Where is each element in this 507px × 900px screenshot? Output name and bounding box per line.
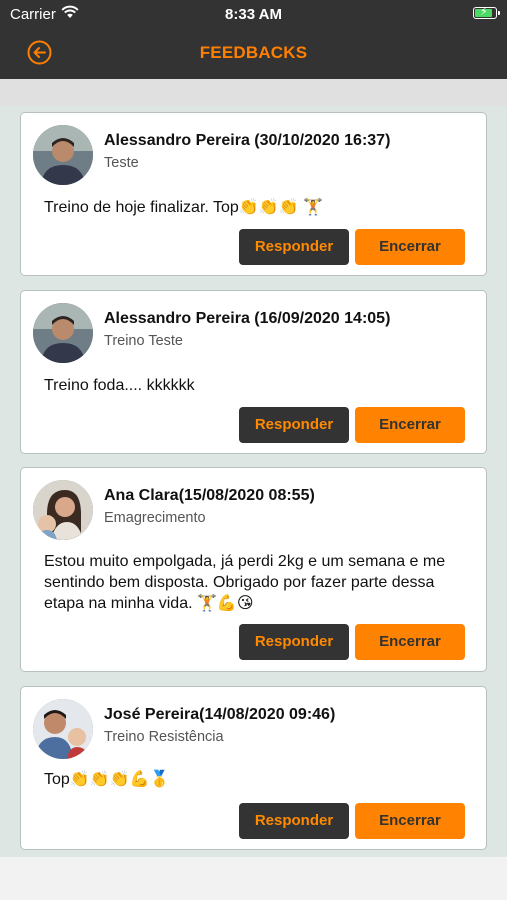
page-title: FEEDBACKS xyxy=(199,43,308,62)
feedback-message: Top👏👏👏💪🥇 xyxy=(44,771,170,788)
feedback-message: Treino de hoje finalizar. Top👏👏👏 🏋️ xyxy=(44,199,323,216)
feedback-list[interactable]: Alessandro Pereira (30/10/2020 16:37) Te… xyxy=(0,106,507,857)
close-button[interactable]: Encerrar xyxy=(355,229,465,265)
avatar xyxy=(33,480,93,540)
feedback-workout: Treino Teste xyxy=(104,333,183,349)
feedback-author: Ana Clara(15/08/2020 08:55) xyxy=(104,487,315,504)
feedback-card: Alessandro Pereira (30/10/2020 16:37) Te… xyxy=(20,112,487,276)
feedback-author: Alessandro Pereira (30/10/2020 16:37) xyxy=(104,132,391,149)
avatar xyxy=(33,303,93,363)
feedback-author: José Pereira(14/08/2020 09:46) xyxy=(104,706,336,723)
feedback-author: Alessandro Pereira (16/09/2020 14:05) xyxy=(104,310,391,327)
feedback-message: Treino foda.... kkkkkk xyxy=(44,377,195,394)
bottom-area xyxy=(0,857,507,900)
header-divider xyxy=(0,79,507,106)
reply-button[interactable]: Responder xyxy=(239,624,349,660)
close-button[interactable]: Encerrar xyxy=(355,624,465,660)
reply-button[interactable]: Responder xyxy=(239,229,349,265)
reply-button[interactable]: Responder xyxy=(239,407,349,443)
avatar xyxy=(33,125,93,185)
navigation-bar: Carrier 8:33 AM ⚡ FEEDBACKS xyxy=(0,0,507,79)
feedback-card: José Pereira(14/08/2020 09:46) Treino Re… xyxy=(20,686,487,850)
status-time: 8:33 AM xyxy=(225,6,282,23)
feedback-card: Alessandro Pereira (16/09/2020 14:05) Tr… xyxy=(20,290,487,454)
feedback-card: Ana Clara(15/08/2020 08:55) Emagreciment… xyxy=(20,467,487,672)
battery-icon: ⚡ xyxy=(473,6,500,19)
status-bar: Carrier 8:33 AM ⚡ xyxy=(0,0,507,28)
feedback-workout: Treino Resistência xyxy=(104,729,224,745)
feedback-workout: Emagrecimento xyxy=(104,510,206,526)
close-button[interactable]: Encerrar xyxy=(355,803,465,839)
close-button[interactable]: Encerrar xyxy=(355,407,465,443)
avatar xyxy=(33,699,93,759)
feedback-workout: Teste xyxy=(104,155,139,171)
feedback-message: Estou muito empolgada, já perdi 2kg e um… xyxy=(44,553,446,612)
reply-button[interactable]: Responder xyxy=(239,803,349,839)
